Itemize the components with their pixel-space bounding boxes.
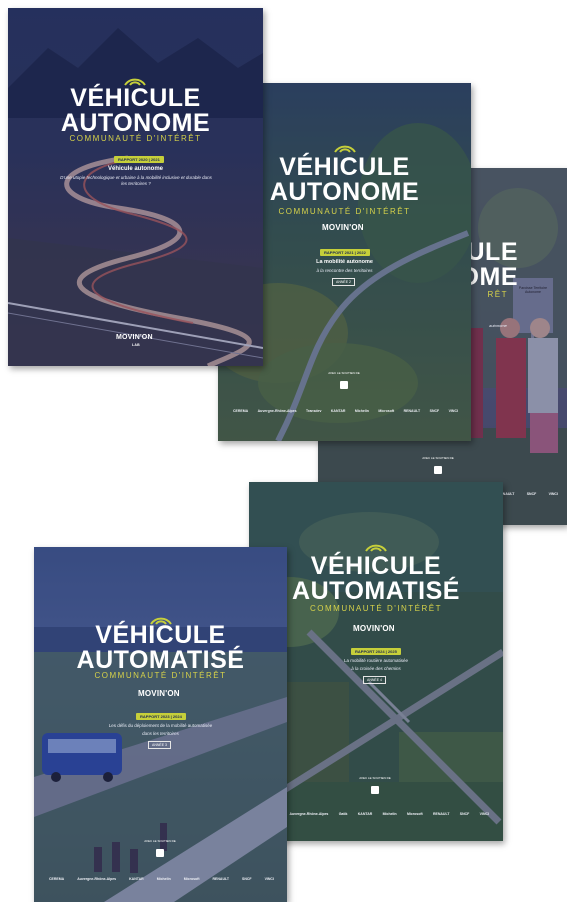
report-cover-5[interactable]: VÉHICULE AUTOMATISÉ COMMUNAUTÉ D'INTÉRÊT… <box>34 547 287 902</box>
cover-4-soutien: AVEC LE SOUTIEN DE <box>359 776 391 780</box>
cover-1-badge: RAPPORT 2020 | 2021 <box>114 156 164 163</box>
signal-arc-icon <box>365 544 387 552</box>
partner-logo: Michelin <box>382 812 397 816</box>
partner-logo: SNCF <box>242 877 252 881</box>
cover-3-soutien: AVEC LE SOUTIEN DE <box>422 456 454 460</box>
cover-5-title: VÉHICULE AUTOMATISÉ <box>34 623 287 673</box>
cover-3-car-icon <box>434 466 442 474</box>
cover-1-tint <box>8 8 263 366</box>
cover-1-report-text: D'une utopie technologique et urbaine à … <box>60 175 212 186</box>
cover-2-badge: RAPPORT 2021 | 2022 <box>320 249 370 256</box>
report-cover-1[interactable]: VÉHICULE AUTONOME COMMUNAUTÉ D'INTÉRÊT R… <box>8 8 263 366</box>
cover-5-soutien: AVEC LE SOUTIEN DE <box>144 839 176 843</box>
cover-2-car-icon <box>340 381 348 389</box>
cover-5-title-line2: AUTOMATISÉ <box>76 646 245 674</box>
signal-arc-icon <box>334 145 356 153</box>
movinon-lab-label: LAB <box>132 343 140 347</box>
cover-4-annee: ANNÉE 4 <box>363 676 386 684</box>
partner-logo: Microsoft <box>406 812 423 816</box>
partner-logo: VINCI <box>548 492 558 496</box>
cover-4-title-line1: VÉHICULE <box>310 552 442 580</box>
cover-4-title: VÉHICULE AUTOMATISÉ <box>249 554 503 604</box>
movinon-logo: MOVIN'ON <box>353 624 395 633</box>
partner-logo: RENAULT <box>433 812 450 816</box>
partner-logo: Michelin <box>156 877 171 881</box>
cover-2-partners: CEREMA Auvergne-Rhône-Alpes Transdev KAN… <box>233 409 458 413</box>
cover-4-report-text-2: à la croisée des chemins <box>351 666 401 671</box>
partner-logo: Gatik <box>338 812 348 816</box>
partner-logo: SNCF <box>526 492 537 496</box>
partner-logo: Microsoft <box>378 409 395 413</box>
partner-logo: SNCF <box>429 409 440 413</box>
movinon-logo: MOVIN'ON <box>322 223 364 232</box>
cover-5-report-text: Les défis du déploiement de la mobilité … <box>108 723 213 728</box>
cover-4-car-icon <box>371 786 379 794</box>
partner-logo: Michelin <box>354 409 369 413</box>
cover-1-subtitle: COMMUNAUTÉ D'INTÉRÊT <box>69 134 202 143</box>
partner-logo: KANTAR <box>357 812 373 816</box>
cover-4-badge: RAPPORT 2024 | 2025 <box>351 648 401 655</box>
cover-4-partners: CEREMA Auvergne-Rhône-Alpes Gatik KANTAR… <box>264 812 489 816</box>
partner-logo: SNCF <box>459 812 470 816</box>
partner-logo: RENAULT <box>403 409 421 413</box>
movinon-logo: MOVIN'ON <box>116 334 153 341</box>
cover-5-report-text-2: dans les territoires <box>142 731 179 736</box>
partner-logo: Auvergne-Rhône-Alpes <box>257 409 297 413</box>
partner-logo: VINCI <box>264 877 274 881</box>
cover-5-annee: ANNÉE 3 <box>148 741 171 749</box>
partner-logo: CEREMA <box>233 409 249 413</box>
cover-4-title-line2: AUTOMATISÉ <box>292 577 460 605</box>
cover-3-sign: Paroisse Territoire Autonome <box>518 286 548 295</box>
cover-4-report-text: La mobilité routière automatisée <box>343 658 409 663</box>
cover-1-title-line2: AUTONOME <box>60 109 211 137</box>
cover-5-subtitle: COMMUNAUTÉ D'INTÉRÊT <box>94 671 227 680</box>
partner-logo: Auvergne-Rhône-Alpes <box>77 877 117 881</box>
partner-logo: VINCI <box>479 812 489 816</box>
partner-logo: KANTAR <box>330 409 346 413</box>
partner-logo: Microsoft <box>183 877 200 881</box>
partner-logo: CEREMA <box>49 877 65 881</box>
cover-5-partners: CEREMA Auvergne-Rhône-Alpes KANTAR Miche… <box>49 877 274 881</box>
cover-2-soutien: AVEC LE SOUTIEN DE <box>328 371 360 375</box>
cover-3-report-text: autonome <box>489 323 507 328</box>
partner-logo: KANTAR <box>129 877 144 881</box>
cover-5-badge: RAPPORT 2023 | 2024 <box>136 713 186 720</box>
cover-4-subtitle: COMMUNAUTÉ D'INTÉRÊT <box>310 604 442 613</box>
cover-5-car-icon <box>156 849 164 857</box>
partner-logo: Transdev <box>306 409 322 413</box>
report-cover-4[interactable]: VÉHICULE AUTOMATISÉ COMMUNAUTÉ D'INTÉRÊT… <box>249 482 503 841</box>
cover-1-report-title: Véhicule autonome <box>107 166 163 172</box>
cover-5-title-line1: VÉHICULE <box>95 621 226 649</box>
cover-1-title-line1: VÉHICULE <box>70 84 201 112</box>
partner-logo: VINCI <box>448 409 458 413</box>
movinon-logo: MOVIN'ON <box>138 689 180 698</box>
partner-logo: RENAULT <box>212 877 229 881</box>
cover-1-title: VÉHICULE AUTONOME <box>8 86 263 136</box>
partner-logo: Auvergne-Rhône-Alpes <box>289 812 329 816</box>
cover-2-annee: ANNÉE 2 <box>332 278 355 286</box>
